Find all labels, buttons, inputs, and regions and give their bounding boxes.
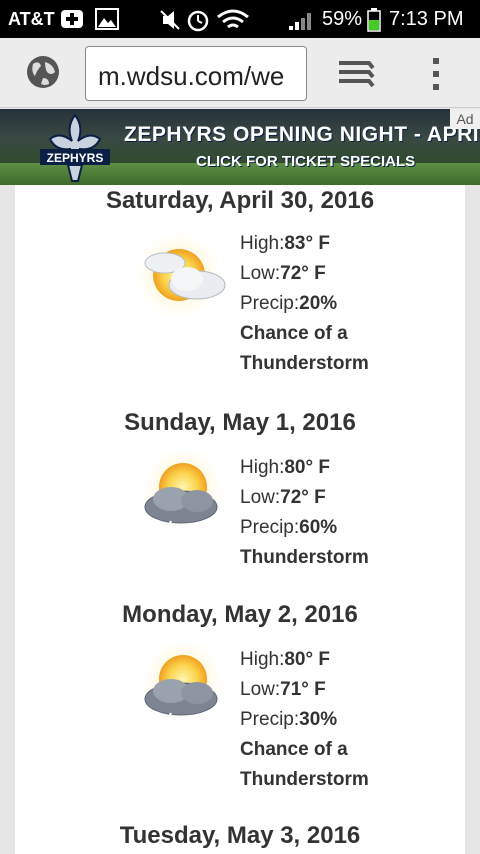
precip-chance: Precip:60%: [240, 517, 338, 538]
high-temp: High:80° F: [240, 649, 330, 670]
low-temp: Low:72° F: [240, 263, 326, 284]
status-bar: AT&T 59% 7:13 PM: [0, 0, 480, 38]
ad-headline: ZEPHYRS OPENING NIGHT - APRIL 15TH: [124, 123, 480, 146]
url-text: m.wdsu.com/we: [98, 61, 285, 91]
battery-icon: [367, 8, 381, 32]
ad-subline: CLICK FOR TICKET SPECIALS: [196, 153, 416, 170]
forecast-card: Saturday, April 30, 2016 High:83° F Low:…: [15, 185, 465, 854]
thunderstorm-icon: [143, 643, 223, 736]
tabs-icon[interactable]: [337, 60, 375, 88]
carrier-label: AT&T: [8, 9, 55, 29]
forecast-date: Sunday, May 1, 2016: [124, 409, 356, 436]
condition-line: Thunderstorm: [240, 547, 369, 568]
ad-tag[interactable]: Ad: [450, 109, 480, 129]
forecast-date: Monday, May 2, 2016: [122, 601, 358, 628]
mute-icon: [160, 10, 180, 30]
condition-line: Thunderstorm: [240, 769, 369, 790]
image-icon: [95, 8, 119, 30]
clock: 7:13 PM: [389, 8, 464, 30]
partly-cloudy-icon: [135, 231, 226, 319]
battery-percent: 59%: [322, 8, 363, 30]
globe-icon[interactable]: [25, 54, 61, 90]
forecast-date: Saturday, April 30, 2016: [105, 187, 375, 214]
alarm-icon: [187, 10, 209, 32]
condition-line: Thunderstorm: [240, 353, 369, 374]
ad-banner[interactable]: ZEPHYRS ZEPHYRS OPENING NIGHT - APRIL 15…: [0, 109, 480, 185]
low-temp: Low:71° F: [240, 679, 326, 700]
high-temp: High:83° F: [240, 233, 330, 254]
condition-line: Chance of a: [240, 739, 348, 760]
thunderstorm-icon: [143, 451, 223, 544]
precip-chance: Precip:20%: [240, 293, 338, 314]
condition-line: Chance of a: [240, 323, 348, 344]
high-temp: High:80° F: [240, 457, 330, 478]
url-bar[interactable]: m.wdsu.com/we: [85, 46, 307, 101]
forecast-date: Tuesday, May 3, 2016: [119, 822, 361, 849]
wifi-icon: [217, 9, 249, 29]
browser-toolbar: m.wdsu.com/we: [0, 38, 480, 108]
low-temp: Low:72° F: [240, 487, 326, 508]
precip-chance: Precip:30%: [240, 709, 338, 730]
svg-text:ZEPHYRS: ZEPHYRS: [47, 151, 104, 165]
overflow-menu-icon[interactable]: [428, 56, 444, 92]
zephyrs-logo: ZEPHYRS: [40, 113, 110, 182]
signal-icon: [289, 13, 311, 30]
plus-box-icon: [61, 10, 83, 28]
